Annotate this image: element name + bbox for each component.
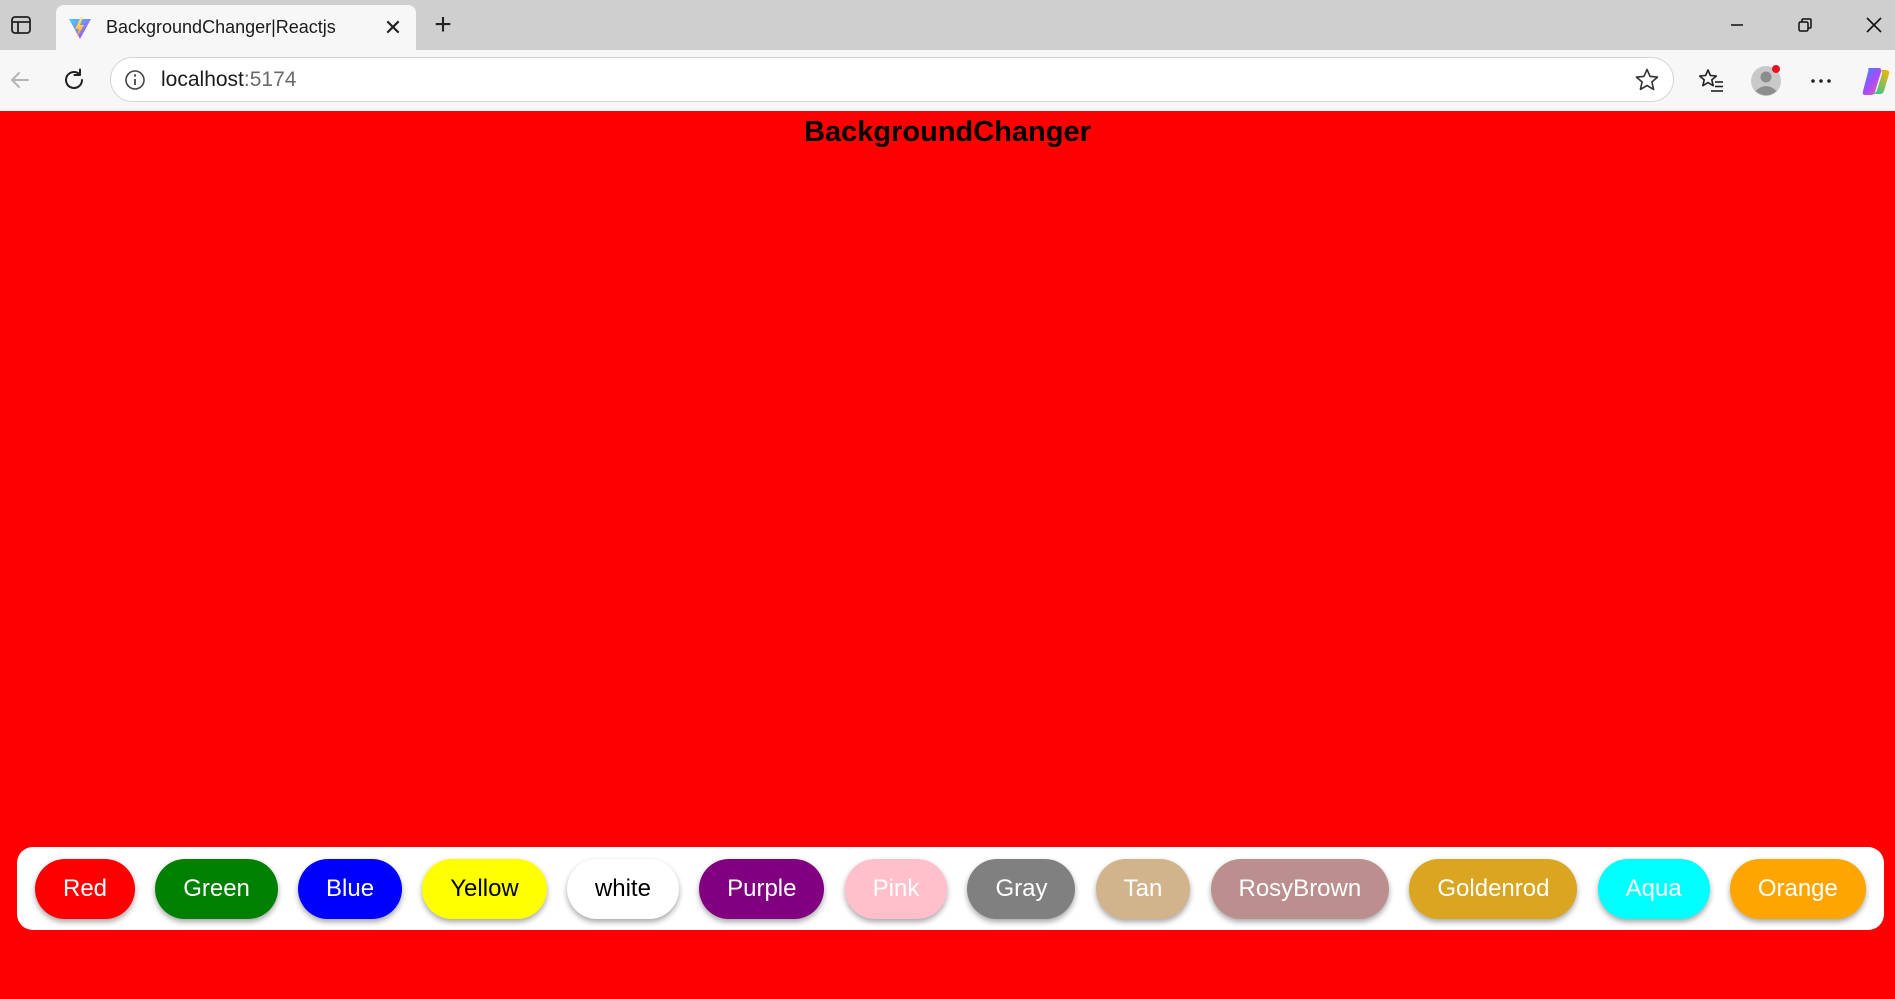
color-button-blue[interactable]: Blue <box>298 858 403 919</box>
page-canvas: BackgroundChanger Red Green Blue Yellow whit… <box>0 111 1895 999</box>
color-button-bar: Red Green Blue Yellow white Purple Pink Gray Tan… <box>17 847 1884 930</box>
url-host: localhost <box>161 67 244 91</box>
color-button-purple[interactable]: Purple <box>699 858 825 919</box>
browser-toolbar: localhost:5174 <box>0 50 1895 111</box>
window-close-icon[interactable] <box>1850 6 1895 44</box>
color-button-yellow[interactable]: Yellow <box>422 858 547 919</box>
url-text: localhost:5174 <box>161 68 296 92</box>
color-button-red[interactable]: Red <box>35 858 136 919</box>
address-bar[interactable]: localhost:5174 <box>110 57 1674 102</box>
back-arrow-icon[interactable] <box>2 62 38 98</box>
favorite-star-icon[interactable] <box>1633 66 1661 94</box>
reload-icon[interactable] <box>56 62 92 98</box>
color-button-green[interactable]: Green <box>155 858 278 919</box>
copilot-icon[interactable] <box>1857 62 1895 100</box>
favorites-icon[interactable] <box>1692 62 1730 100</box>
color-button-rosybrown[interactable]: RosyBrown <box>1210 858 1390 919</box>
color-button-orange[interactable]: Orange <box>1729 858 1866 919</box>
new-tab-button[interactable]: + <box>426 8 460 42</box>
page-title: BackgroundChanger <box>804 116 1091 148</box>
vite-logo-icon <box>68 16 92 40</box>
color-button-gray[interactable]: Gray <box>967 858 1076 919</box>
profile-avatar-icon[interactable] <box>1747 62 1785 100</box>
site-info-icon[interactable] <box>123 68 147 92</box>
tab-actions-icon[interactable] <box>6 10 36 40</box>
color-button-white[interactable]: white <box>566 858 679 919</box>
url-port: :5174 <box>243 67 297 91</box>
tab-strip: BackgroundChanger|Reactjs ✕ + <box>0 0 1895 50</box>
more-options-icon[interactable] <box>1802 62 1840 100</box>
restore-icon[interactable] <box>1781 6 1829 44</box>
tab-title: BackgroundChanger|Reactjs <box>106 17 336 37</box>
color-button-tan[interactable]: Tan <box>1095 858 1191 919</box>
color-button-goldenrod[interactable]: Goldenrod <box>1409 858 1578 919</box>
browser-tab[interactable]: BackgroundChanger|Reactjs ✕ <box>56 5 416 50</box>
minimize-icon[interactable] <box>1713 6 1761 44</box>
tab-close-icon[interactable]: ✕ <box>378 13 408 43</box>
color-button-pink[interactable]: Pink <box>844 858 948 919</box>
color-button-aqua[interactable]: Aqua <box>1597 858 1710 919</box>
